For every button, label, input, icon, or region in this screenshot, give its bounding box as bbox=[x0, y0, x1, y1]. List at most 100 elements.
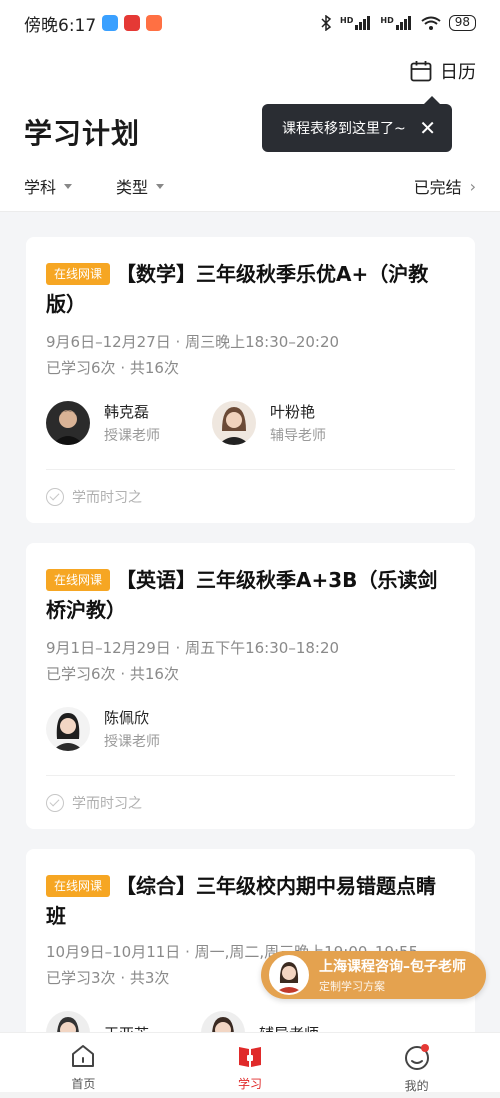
course-progress: 已学习6次 · 共16次 bbox=[46, 357, 179, 378]
status-left: 傍晚6:17 bbox=[24, 11, 163, 36]
total-count: 共16次 bbox=[129, 665, 179, 683]
progress-count: 已学习6次 bbox=[46, 359, 116, 377]
course-schedule: 9月6日–12月27日 · 周三晚上18:30–20:20 bbox=[46, 331, 339, 352]
meta-separator: · bbox=[175, 639, 186, 657]
calendar-icon bbox=[410, 61, 432, 82]
teacher-list: 陈佩欣 授课老师 bbox=[46, 707, 160, 751]
teacher-list: 韩克磊 授课老师 叶粉艳 辅导老师 bbox=[46, 401, 326, 445]
home-icon bbox=[72, 1045, 95, 1067]
check-circle-icon bbox=[46, 794, 64, 812]
footer-motto: 学而时习之 bbox=[72, 796, 142, 812]
teacher-name: 陈佩欣 bbox=[104, 709, 150, 727]
footer-motto: 学而时习之 bbox=[72, 490, 142, 506]
course-card[interactable]: 在线网课 【数学】三年级秋季乐优A+（沪教版） 9月6日–12月27日 · 周三晚… bbox=[26, 237, 475, 523]
course-title: 在线网课 【综合】三年级校内期中易错题点睛班 bbox=[46, 871, 455, 931]
online-course-badge: 在线网课 bbox=[46, 569, 111, 591]
avatar bbox=[46, 401, 90, 445]
avatar bbox=[212, 401, 256, 445]
total-count: 共3次 bbox=[129, 969, 170, 987]
meta-separator: · bbox=[120, 969, 130, 987]
completed-link[interactable]: 已完结 › bbox=[414, 174, 476, 198]
card-footer: 学而时习之 bbox=[46, 793, 142, 813]
check-circle-icon bbox=[46, 488, 64, 506]
signal-2-icon: HD bbox=[380, 16, 412, 30]
course-card[interactable]: 在线网课 【英语】三年级秋季A+3B（乐读剑桥沪教） 9月1日–12月29日 · … bbox=[26, 543, 475, 829]
close-icon[interactable]: ✕ bbox=[419, 118, 436, 138]
course-dates: 9月6日–12月27日 bbox=[46, 333, 171, 351]
meta-separator: · bbox=[185, 943, 195, 961]
subject-filter[interactable]: 学科 bbox=[24, 174, 73, 198]
course-schedule: 9月1日–12月29日 · 周五下午16:30–18:20 bbox=[46, 637, 339, 658]
teacher-role: 授课老师 bbox=[104, 428, 160, 444]
filter-bar: 学科 类型 已完结 › bbox=[24, 174, 476, 198]
tab-study[interactable]: 学习 bbox=[190, 1043, 310, 1092]
completed-label: 已完结 bbox=[413, 178, 462, 197]
book-icon bbox=[238, 1047, 261, 1067]
teacher-name: 叶粉艳 bbox=[270, 403, 316, 421]
consultant-float-button[interactable]: 上海课程咨询–包子老师 定制学习方案 bbox=[261, 951, 486, 999]
teacher-name: 韩克磊 bbox=[104, 403, 150, 421]
page-title: 学习计划 bbox=[24, 117, 141, 150]
tab-study-label: 学习 bbox=[237, 1077, 262, 1091]
progress-count: 已学习6次 bbox=[46, 665, 116, 683]
status-time: 傍晚6:17 bbox=[24, 15, 97, 36]
type-filter-label: 类型 bbox=[116, 178, 149, 197]
course-progress: 已学习6次 · 共16次 bbox=[46, 663, 179, 684]
course-time: 周三晚上18:30–20:20 bbox=[185, 333, 340, 351]
avatar bbox=[46, 707, 90, 751]
meta-separator: · bbox=[120, 665, 130, 683]
teacher-item[interactable]: 韩克磊 授课老师 bbox=[46, 401, 160, 445]
top-bar: 日历 bbox=[0, 46, 500, 98]
bank-app-notification-icon bbox=[124, 15, 141, 31]
subject-filter-label: 学科 bbox=[24, 178, 57, 197]
header-divider bbox=[0, 211, 500, 212]
hd-label: HD bbox=[340, 16, 354, 25]
tab-home-label: 首页 bbox=[71, 1077, 96, 1091]
shopping-app-notification-icon bbox=[146, 15, 163, 31]
course-dates: 9月1日–12月29日 bbox=[46, 639, 171, 657]
card-footer: 学而时习之 bbox=[46, 487, 142, 507]
schedule-moved-tooltip: 课程表移到这里了~ ✕ bbox=[262, 96, 452, 152]
type-filter[interactable]: 类型 bbox=[116, 174, 165, 198]
calendar-button[interactable]: 日历 bbox=[410, 58, 476, 84]
tab-profile[interactable]: 我的 bbox=[357, 1043, 477, 1094]
calendar-label: 日历 bbox=[440, 62, 476, 83]
app-notification-icon bbox=[102, 15, 119, 31]
status-bar: 傍晚6:17 HD HD 98 bbox=[0, 0, 500, 46]
course-card[interactable]: 在线网课【综合】三年级校内期中易错题点睛班 10月9日–10月11日 · 周一,… bbox=[26, 849, 475, 1055]
meta-separator: · bbox=[175, 333, 186, 351]
course-dates: 10月9日–10月11日 bbox=[46, 943, 181, 961]
progress-count: 已学习3次 bbox=[46, 969, 116, 987]
teacher-role: 辅导老师 bbox=[270, 428, 326, 444]
consultant-subtitle: 定制学习方案 bbox=[319, 980, 385, 993]
battery-indicator: 98 bbox=[448, 15, 476, 31]
teacher-item[interactable]: 陈佩欣 授课老师 bbox=[46, 707, 160, 751]
caret-down-icon bbox=[64, 183, 73, 189]
meta-separator: · bbox=[120, 359, 130, 377]
wifi-icon bbox=[421, 16, 441, 30]
card-divider bbox=[46, 775, 455, 776]
online-course-badge: 在线网课 bbox=[46, 263, 111, 285]
page-header: 学习计划 课程表移到这里了~ ✕ 学科 类型 已完结 › bbox=[0, 96, 500, 212]
hd-label: HD bbox=[380, 16, 394, 25]
caret-down-icon bbox=[156, 183, 165, 189]
online-course-badge: 在线网课 bbox=[46, 875, 111, 897]
course-title: 在线网课 【英语】三年级秋季A+3B（乐读剑桥沪教） bbox=[46, 565, 455, 625]
consultant-title: 上海课程咨询–包子老师 bbox=[319, 959, 466, 975]
course-title: 在线网课 【数学】三年级秋季乐优A+（沪教版） bbox=[46, 259, 455, 319]
teacher-item[interactable]: 叶粉艳 辅导老师 bbox=[212, 401, 326, 445]
course-time: 周五下午16:30–18:20 bbox=[185, 639, 340, 657]
bluetooth-icon bbox=[321, 15, 332, 31]
teacher-role: 授课老师 bbox=[104, 734, 160, 750]
bottom-tab-bar: 首页 学习 我的 bbox=[0, 1032, 500, 1094]
total-count: 共16次 bbox=[129, 359, 179, 377]
home-indicator bbox=[0, 1092, 500, 1098]
consultant-avatar bbox=[269, 955, 309, 995]
card-divider bbox=[46, 469, 455, 470]
chevron-right-icon: › bbox=[469, 176, 476, 196]
tab-home[interactable]: 首页 bbox=[23, 1043, 143, 1092]
signal-1-icon: HD bbox=[340, 16, 372, 30]
status-right: HD HD 98 bbox=[320, 15, 476, 31]
tooltip-text: 课程表移到这里了~ bbox=[282, 121, 406, 137]
course-progress: 已学习3次 · 共3次 bbox=[46, 967, 169, 988]
